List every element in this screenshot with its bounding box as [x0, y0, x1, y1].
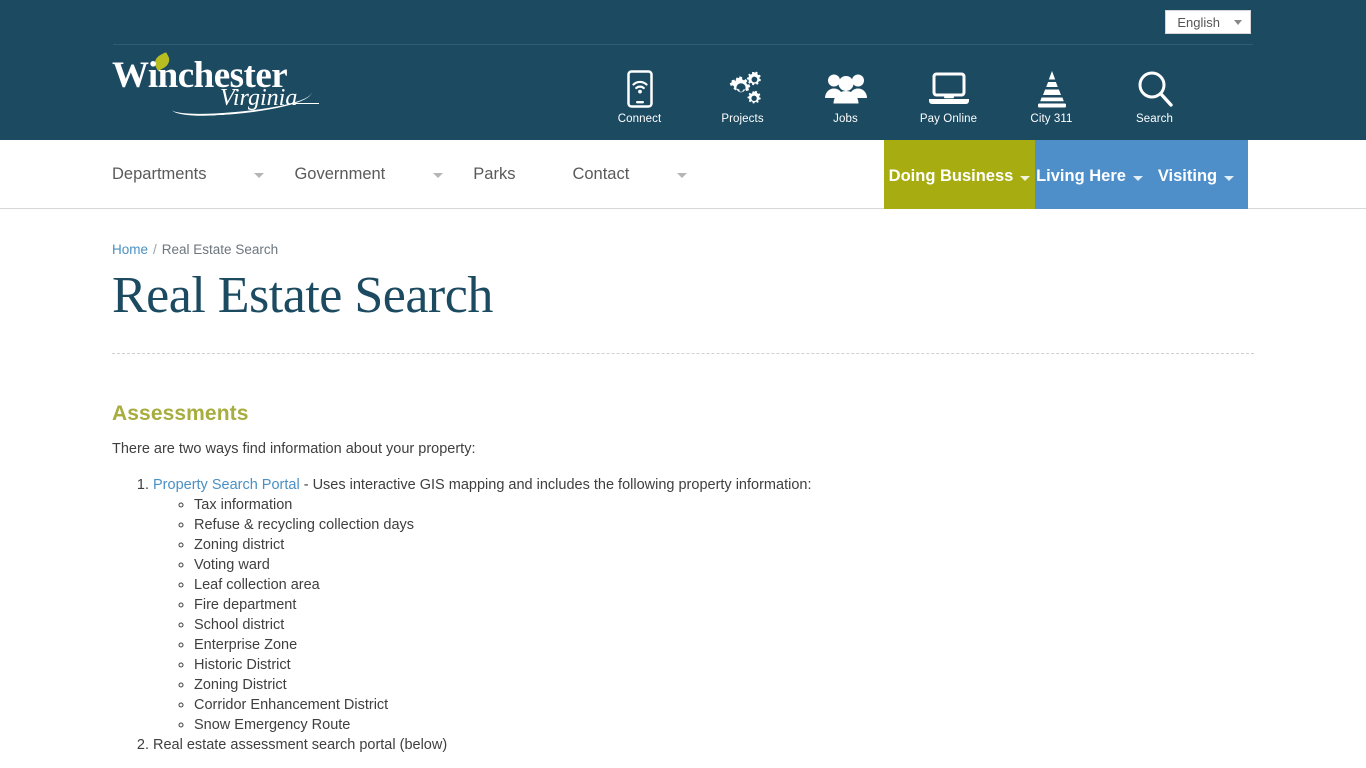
nav-item-visiting[interactable]: Visiting — [1144, 140, 1248, 209]
list-item: Enterprise Zone — [194, 635, 1254, 655]
list-item: Real estate assessment search portal (be… — [153, 735, 1254, 755]
property-info-sublist: Tax information Refuse & recycling colle… — [153, 495, 1254, 735]
breadcrumb-home-link[interactable]: Home — [112, 242, 148, 257]
nav-item-label: Visiting — [1157, 167, 1218, 185]
mobile-wifi-icon — [588, 68, 691, 110]
laptop-icon — [897, 68, 1000, 110]
breadcrumb: Home / Real Estate Search — [112, 209, 1254, 257]
main-nav-right: Doing Business Living Here Visiting — [884, 140, 1248, 209]
header-icon-nav: Connect Projects Jobs Pay Online City 31… — [588, 68, 1206, 125]
header-icon-projects[interactable]: Projects — [691, 68, 794, 125]
chevron-down-icon — [1224, 175, 1235, 181]
logo-state-name: Virginia — [220, 85, 298, 111]
list-item: Leaf collection area — [194, 575, 1254, 595]
list-item: Snow Emergency Route — [194, 715, 1254, 735]
list-item: Property Search Portal - Uses interactiv… — [153, 475, 1254, 735]
traffic-cone-icon — [1000, 68, 1103, 110]
list-item-text: - Uses interactive GIS mapping and inclu… — [299, 477, 812, 494]
chevron-down-icon — [1234, 19, 1242, 25]
language-selector-label: English — [1177, 14, 1220, 30]
nav-item-label: Government — [294, 165, 386, 183]
nav-item-contact[interactable]: Contact — [572, 140, 688, 209]
nav-item-label: Departments — [112, 165, 207, 183]
site-logo[interactable]: Winchester Virginia — [112, 52, 327, 119]
list-item: Corridor Enhancement District — [194, 695, 1254, 715]
nav-item-parks[interactable]: Parks — [473, 140, 515, 209]
nav-item-label: Parks — [473, 165, 516, 183]
header-divider — [113, 44, 1253, 45]
people-group-icon — [794, 68, 897, 110]
property-search-portal-link[interactable]: Property Search Portal — [153, 477, 300, 493]
main-navigation: Departments Government Parks Contact Doi… — [0, 140, 1366, 209]
nav-item-label: Contact — [572, 165, 630, 183]
list-item: Voting ward — [194, 555, 1254, 575]
page-title: Real Estate Search — [112, 267, 493, 324]
intro-paragraph: There are two ways find information abou… — [112, 441, 476, 458]
nav-item-living-here[interactable]: Living Here — [1035, 140, 1144, 209]
header-icon-label: Connect — [617, 113, 662, 125]
breadcrumb-separator: / — [153, 242, 157, 257]
page-content: Home / Real Estate Search Real Estate Sear… — [0, 209, 1366, 755]
list-item: Historic District — [194, 655, 1254, 675]
list-item: Refuse & recycling collection days — [194, 515, 1254, 535]
header-icon-jobs[interactable]: Jobs — [794, 68, 897, 125]
header-icon-pay-online[interactable]: Pay Online — [897, 68, 1000, 125]
chevron-down-icon — [254, 173, 265, 178]
header-icon-city-311[interactable]: City 311 — [1000, 68, 1103, 125]
nav-item-label: Living Here — [1036, 167, 1126, 185]
main-nav-left: Departments Government Parks Contact — [112, 140, 688, 209]
nav-item-doing-business[interactable]: Doing Business — [884, 140, 1035, 209]
header-icon-connect[interactable]: Connect — [588, 68, 691, 125]
title-divider — [112, 353, 1254, 355]
chevron-down-icon — [433, 173, 444, 178]
chevron-down-icon — [1132, 175, 1143, 181]
magnifier-icon — [1103, 68, 1206, 110]
list-item: Zoning district — [194, 535, 1254, 555]
header-icon-search[interactable]: Search — [1103, 68, 1206, 125]
chevron-down-icon — [1020, 175, 1031, 181]
header-icon-label: Projects — [721, 113, 764, 125]
gears-icon — [691, 68, 794, 110]
list-item: School district — [194, 615, 1254, 635]
site-header: English Winchester Virginia Connect Proj… — [0, 0, 1366, 140]
nav-item-departments[interactable]: Departments — [112, 140, 265, 209]
section-heading-assessments: Assessments — [112, 402, 249, 426]
language-selector[interactable]: English — [1165, 10, 1251, 34]
nav-item-label: Doing Business — [888, 167, 1014, 185]
language-selector-wrap: English — [1165, 10, 1251, 34]
logo-swoosh-tail — [295, 103, 319, 104]
chevron-down-icon — [677, 173, 688, 178]
list-item: Zoning District — [194, 675, 1254, 695]
nav-item-government[interactable]: Government — [294, 140, 444, 209]
list-item: Fire department — [194, 595, 1254, 615]
breadcrumb-current: Real Estate Search — [161, 242, 279, 257]
header-icon-label: Search — [1135, 113, 1174, 125]
list-item: Tax information — [194, 495, 1254, 515]
assessments-ordered-list: Property Search Portal - Uses interactiv… — [112, 475, 1254, 755]
header-icon-label: Jobs — [833, 113, 858, 125]
header-icon-label: City 311 — [1030, 113, 1073, 125]
header-icon-label: Pay Online — [919, 113, 978, 125]
